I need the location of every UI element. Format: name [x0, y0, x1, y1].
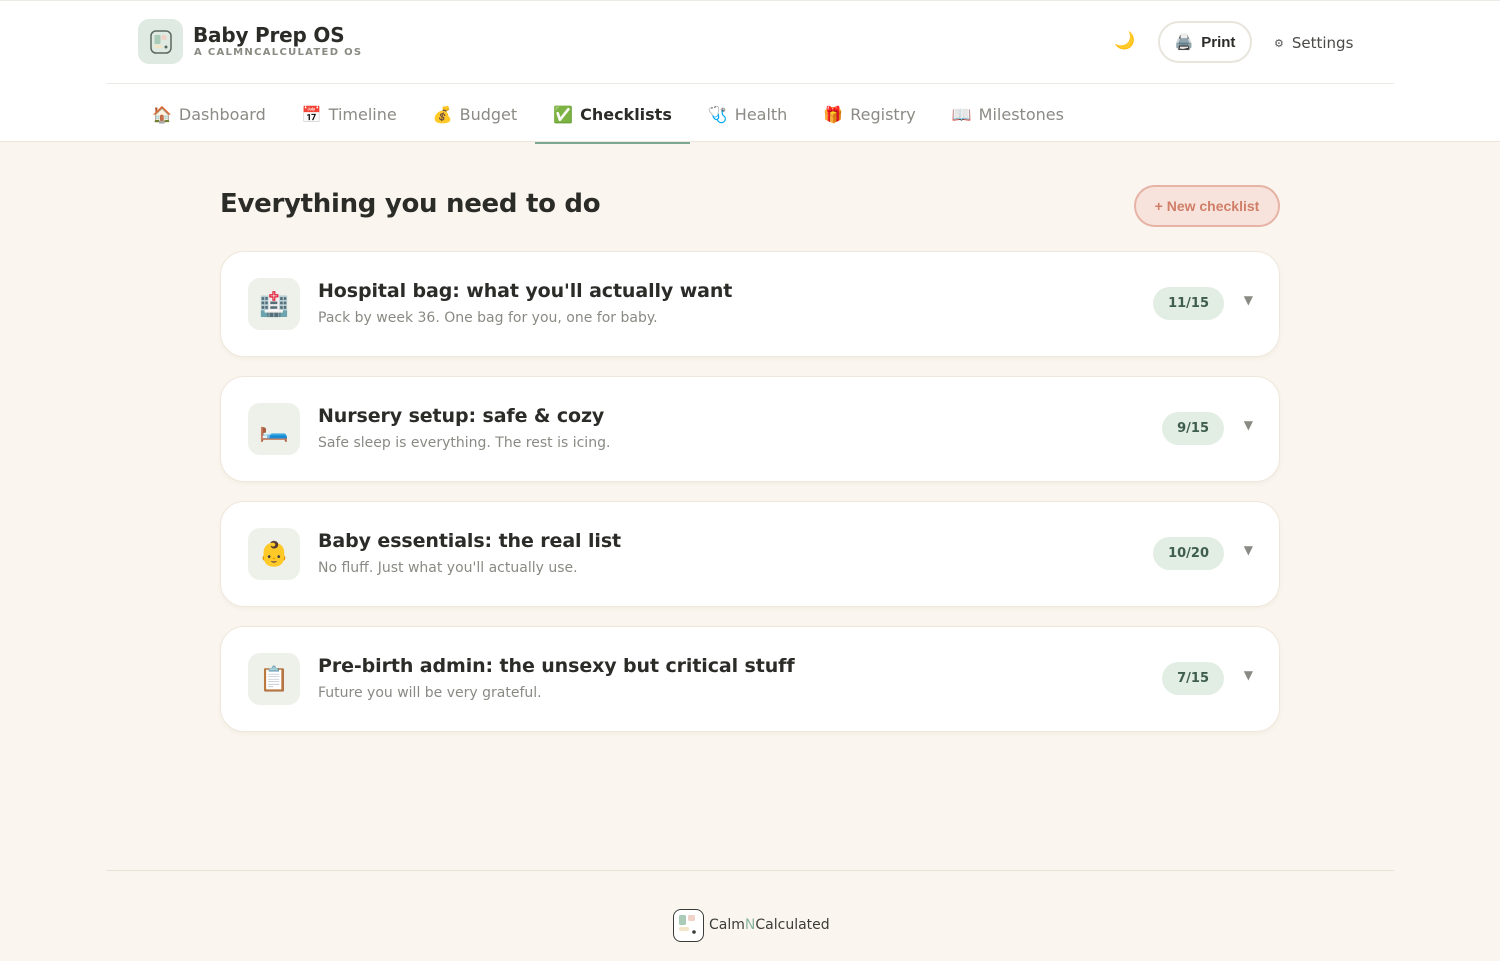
clipboard-icon: 📋	[248, 653, 300, 705]
tab-registry[interactable]: 🎁 Registry	[805, 85, 933, 143]
settings-label: Settings	[1291, 34, 1354, 52]
tab-label: Timeline	[328, 104, 397, 124]
progress-badge: 7/15	[1162, 662, 1224, 695]
checklist-subtitle: Future you will be very grateful.	[318, 685, 542, 701]
app-logo-icon	[149, 29, 172, 54]
tab-milestones[interactable]: 📖 Milestones	[934, 85, 1082, 143]
gear-icon: ⚙	[1274, 36, 1284, 50]
print-button[interactable]: 🖨️ Print	[1158, 21, 1252, 63]
chevron-down-icon[interactable]: ▼	[1244, 293, 1253, 307]
app-logo[interactable]	[138, 19, 183, 64]
tab-label: Budget	[459, 104, 518, 124]
print-label: Print	[1201, 33, 1236, 51]
house-icon: 🏠	[152, 104, 172, 124]
tab-checklists[interactable]: ✅ Checklists	[535, 85, 690, 144]
moon-icon[interactable]: 🌙	[1114, 31, 1135, 51]
checklist-subtitle: Safe sleep is everything. The rest is ic…	[318, 435, 611, 451]
checklist-title: Pre-birth admin: the unsexy but critical…	[318, 655, 795, 677]
checklist-card-baby-essentials[interactable]: 👶 Baby essentials: the real list No fluf…	[220, 501, 1280, 607]
main-tabs: 🏠 Dashboard 📅 Timeline 💰 Budget ✅ Checkl…	[134, 85, 1082, 144]
baby-icon: 👶	[248, 528, 300, 580]
hospital-icon: 🏥	[248, 278, 300, 330]
tab-timeline[interactable]: 📅 Timeline	[284, 85, 415, 143]
calendar-icon: 📅	[301, 104, 322, 124]
progress-badge: 10/20	[1153, 537, 1224, 570]
checklist-subtitle: Pack by week 36. One bag for you, one fo…	[318, 310, 658, 326]
footer-logo-icon	[673, 908, 704, 942]
chevron-down-icon[interactable]: ▼	[1244, 543, 1253, 557]
new-checklist-button[interactable]: + New checklist	[1134, 185, 1280, 227]
footer-brand-calm: Calm	[709, 917, 745, 933]
settings-button[interactable]: ⚙ Settings	[1274, 32, 1353, 54]
progress-badge: 9/15	[1162, 412, 1224, 445]
progress-badge: 11/15	[1153, 287, 1224, 320]
tab-label: Milestones	[978, 104, 1064, 124]
app-subtitle: A CALMNCALCULATED OS	[194, 47, 363, 58]
gift-icon: 🎁	[823, 104, 844, 124]
checklist-card-hospital-bag[interactable]: 🏥 Hospital bag: what you'll actually wan…	[220, 251, 1280, 357]
footer-brand-n: N	[744, 917, 756, 933]
checklist-card-nursery-setup[interactable]: 🛏️ Nursery setup: safe & cozy Safe sleep…	[220, 376, 1280, 482]
checklist-title: Baby essentials: the real list	[318, 530, 622, 552]
book-icon: 📖	[951, 104, 972, 124]
tab-health[interactable]: 🩺 Health	[690, 85, 805, 143]
tab-label: Registry	[850, 104, 916, 124]
brand-row: Baby Prep OS A CALMNCALCULATED OS 🌙 🖨️ P…	[106, 1, 1394, 84]
printer-icon: 🖨️	[1174, 34, 1194, 51]
footer-brand-calculated: Calculated	[755, 917, 830, 933]
footer-brand-text: CalmNCalculated	[709, 917, 830, 933]
stethoscope-icon: 🩺	[707, 104, 728, 124]
tab-label: Health	[734, 104, 788, 124]
app-title: Baby Prep OS	[193, 23, 345, 47]
footer-divider	[106, 870, 1394, 871]
checklist-subtitle: No fluff. Just what you'll actually use.	[318, 560, 578, 576]
bed-icon: 🛏️	[248, 403, 300, 455]
tab-label: Checklists	[580, 104, 672, 124]
chevron-down-icon[interactable]: ▼	[1244, 668, 1253, 682]
tab-dashboard[interactable]: 🏠 Dashboard	[134, 85, 284, 143]
tab-budget[interactable]: 💰 Budget	[415, 85, 535, 143]
top-header: Baby Prep OS A CALMNCALCULATED OS 🌙 🖨️ P…	[0, 0, 1500, 144]
checklist-title: Hospital bag: what you'll actually want	[318, 280, 733, 302]
tab-label: Dashboard	[178, 104, 266, 124]
checklist-card-pre-birth-admin[interactable]: 📋 Pre-birth admin: the unsexy but critic…	[220, 626, 1280, 732]
check-mark-icon: ✅	[553, 104, 574, 124]
chevron-down-icon[interactable]: ▼	[1244, 418, 1253, 432]
checklist-title: Nursery setup: safe & cozy	[318, 405, 605, 427]
footer-brand[interactable]: CalmNCalculated	[673, 908, 830, 942]
money-bag-icon: 💰	[432, 104, 453, 124]
page-title: Everything you need to do	[220, 189, 601, 219]
